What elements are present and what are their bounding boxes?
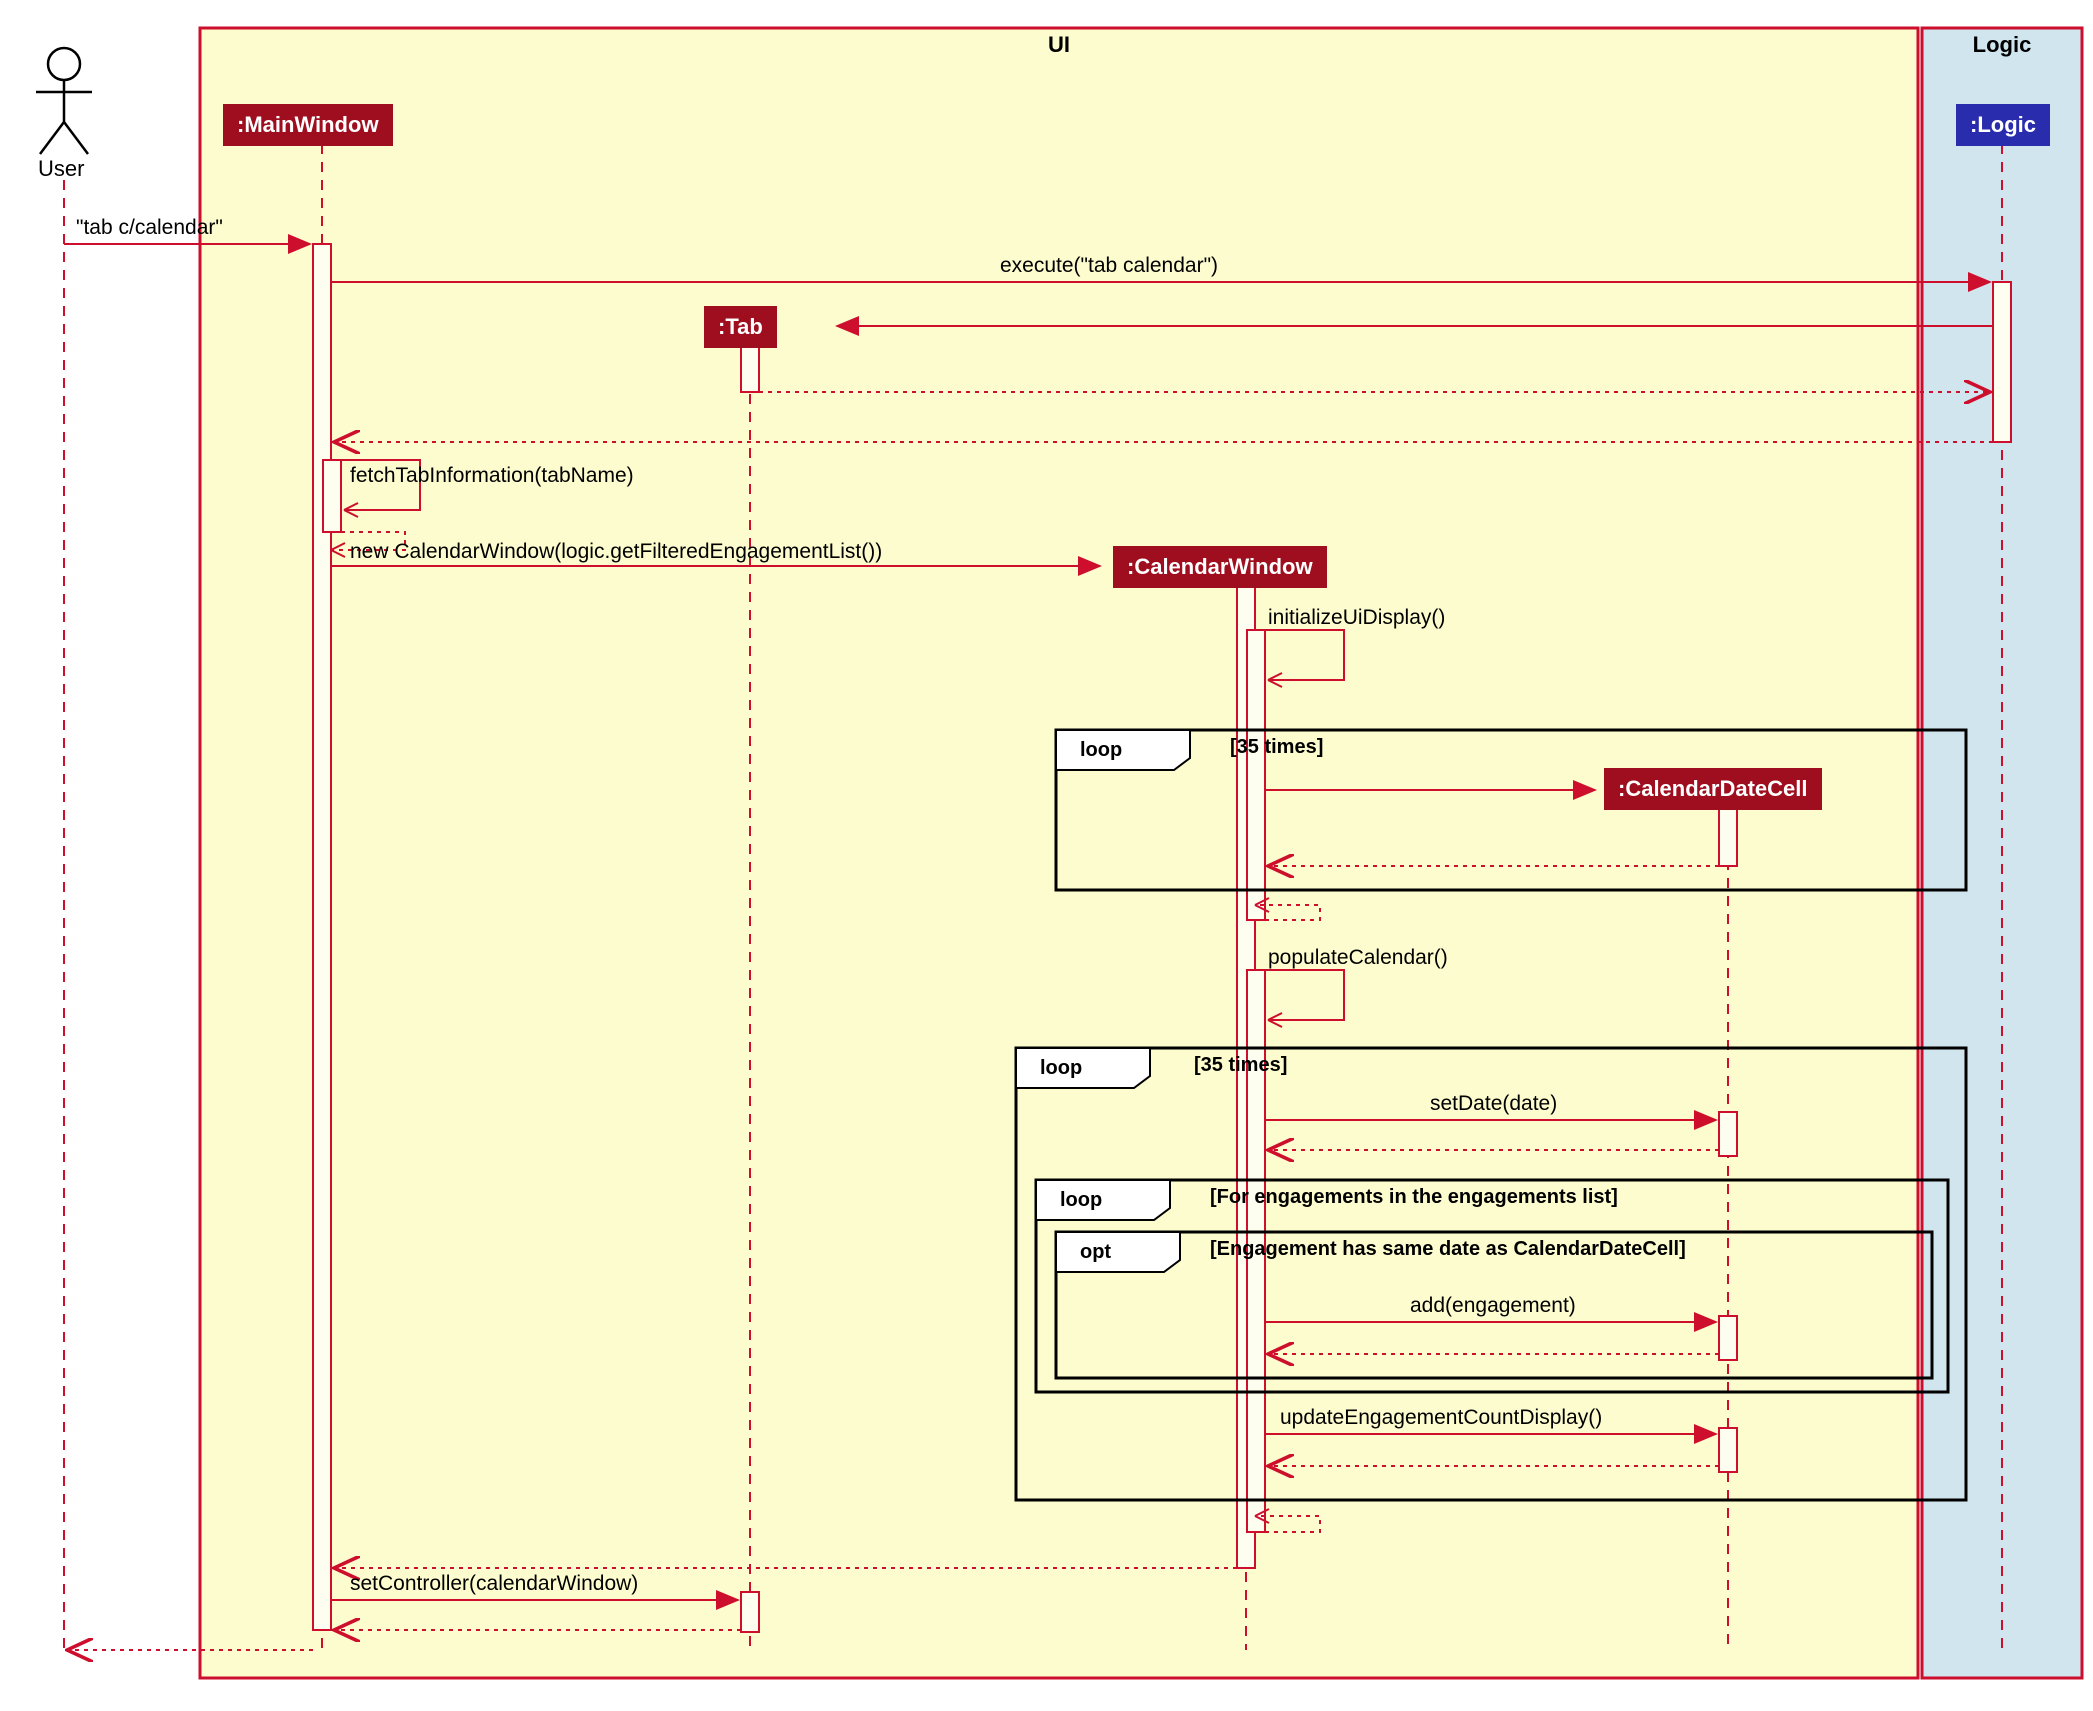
loop3-guard: [For engagements in the engagements list… xyxy=(1210,1186,1618,1209)
datecell-update-activation xyxy=(1719,1428,1737,1472)
loop2-guard: [35 times] xyxy=(1194,1054,1287,1077)
mainwindow-activation xyxy=(313,244,331,1630)
calendardatecell-header: :CalendarDateCell xyxy=(1604,768,1822,810)
logic-activation xyxy=(1993,282,2011,442)
calendarwindow-init-activation xyxy=(1247,630,1265,920)
msg-label-add: add(engagement) xyxy=(1410,1294,1576,1318)
mainwindow-self-activation xyxy=(323,460,341,532)
opt1-label: opt xyxy=(1070,1238,1121,1267)
msg-label-update: updateEngagementCountDisplay() xyxy=(1280,1406,1602,1430)
datecell-create-activation xyxy=(1719,806,1737,866)
tab-header: :Tab xyxy=(704,306,777,348)
tab-setcontroller-activation xyxy=(741,1592,759,1632)
loop3-label: loop xyxy=(1050,1186,1112,1215)
loop1-guard: [35 times] xyxy=(1230,736,1323,759)
opt1-guard: [Engagement has same date as CalendarDat… xyxy=(1210,1238,1686,1261)
msg-label-fetch: fetchTabInformation(tabName) xyxy=(350,464,634,488)
datecell-add-activation xyxy=(1719,1316,1737,1360)
msg-label-newcal: new CalendarWindow(logic.getFilteredEnga… xyxy=(350,540,882,564)
loop2-label: loop xyxy=(1030,1054,1092,1083)
msg-label-setcontroller: setController(calendarWindow) xyxy=(350,1572,638,1596)
msg-label-init: initializeUiDisplay() xyxy=(1268,606,1445,630)
mainwindow-header: :MainWindow xyxy=(223,104,393,146)
calendarwindow-header: :CalendarWindow xyxy=(1113,546,1327,588)
logic-box-label: Logic xyxy=(1973,32,2032,57)
msg-label-populate: populateCalendar() xyxy=(1268,946,1448,970)
msg-label-setdate: setDate(date) xyxy=(1430,1092,1557,1116)
datecell-setdate-activation xyxy=(1719,1112,1737,1156)
ui-box-label: UI xyxy=(1048,32,1070,57)
logic-header: :Logic xyxy=(1956,104,2050,146)
msg-label-execute: execute("tab calendar") xyxy=(1000,254,1218,278)
loop1-label: loop xyxy=(1070,736,1132,765)
msg-label-tab: "tab c/calendar" xyxy=(76,216,223,240)
user-actor xyxy=(36,48,92,154)
user-label: User xyxy=(38,156,84,182)
sequence-diagram: UI Logic User :MainWindow :Tab :Calendar… xyxy=(10,10,2093,1701)
